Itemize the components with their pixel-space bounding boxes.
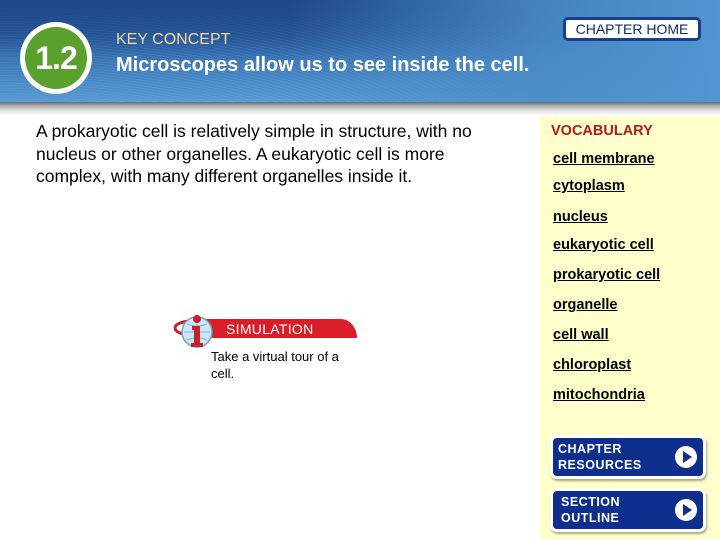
play-icon (675, 446, 697, 468)
header-shadow-divider (0, 102, 720, 116)
section-outline-button[interactable]: SECTION OUTLINE (550, 488, 706, 532)
vocabulary-title: VOCABULARY (551, 123, 653, 139)
chapter-resources-label-line1: CHAPTER (558, 442, 622, 456)
chapter-resources-button[interactable]: CHAPTER RESOURCES (550, 435, 706, 479)
vocab-link-cell-membrane[interactable]: cell membrane (553, 151, 655, 167)
vocab-link-prokaryotic-cell[interactable]: prokaryotic cell (553, 267, 660, 283)
vocab-link-eukaryotic-cell[interactable]: eukaryotic cell (553, 237, 654, 253)
vocab-link-organelle[interactable]: organelle (553, 297, 617, 313)
key-concept-label: KEY CONCEPT (116, 31, 231, 48)
section-outline-label: SECTION OUTLINE (561, 494, 620, 526)
vocab-link-nucleus[interactable]: nucleus (553, 209, 608, 225)
section-badge: 1.2 (20, 22, 92, 94)
vocab-link-cytoplasm[interactable]: cytoplasm (553, 178, 625, 194)
chapter-resources-label-line2: RESOURCES (558, 458, 642, 472)
simulation-label[interactable]: SIMULATION (226, 321, 314, 337)
section-number: 1.2 (25, 27, 87, 89)
chapter-home-button[interactable]: CHAPTER HOME (563, 17, 701, 41)
vocab-link-chloroplast[interactable]: chloroplast (553, 357, 631, 373)
vocab-link-cell-wall[interactable]: cell wall (553, 327, 609, 343)
vocab-link-mitochondria[interactable]: mitochondria (553, 387, 645, 403)
section-outline-label-line2: OUTLINE (561, 511, 620, 525)
chapter-resources-label: CHAPTER RESOURCES (558, 441, 642, 473)
concept-body-text: A prokaryotic cell is relatively simple … (36, 121, 472, 186)
page-title: Microscopes allow us to see inside the c… (116, 54, 530, 76)
simulation-description: Take a virtual tour of a cell. (211, 349, 339, 381)
play-icon (675, 499, 697, 521)
section-outline-label-line1: SECTION (561, 495, 621, 509)
